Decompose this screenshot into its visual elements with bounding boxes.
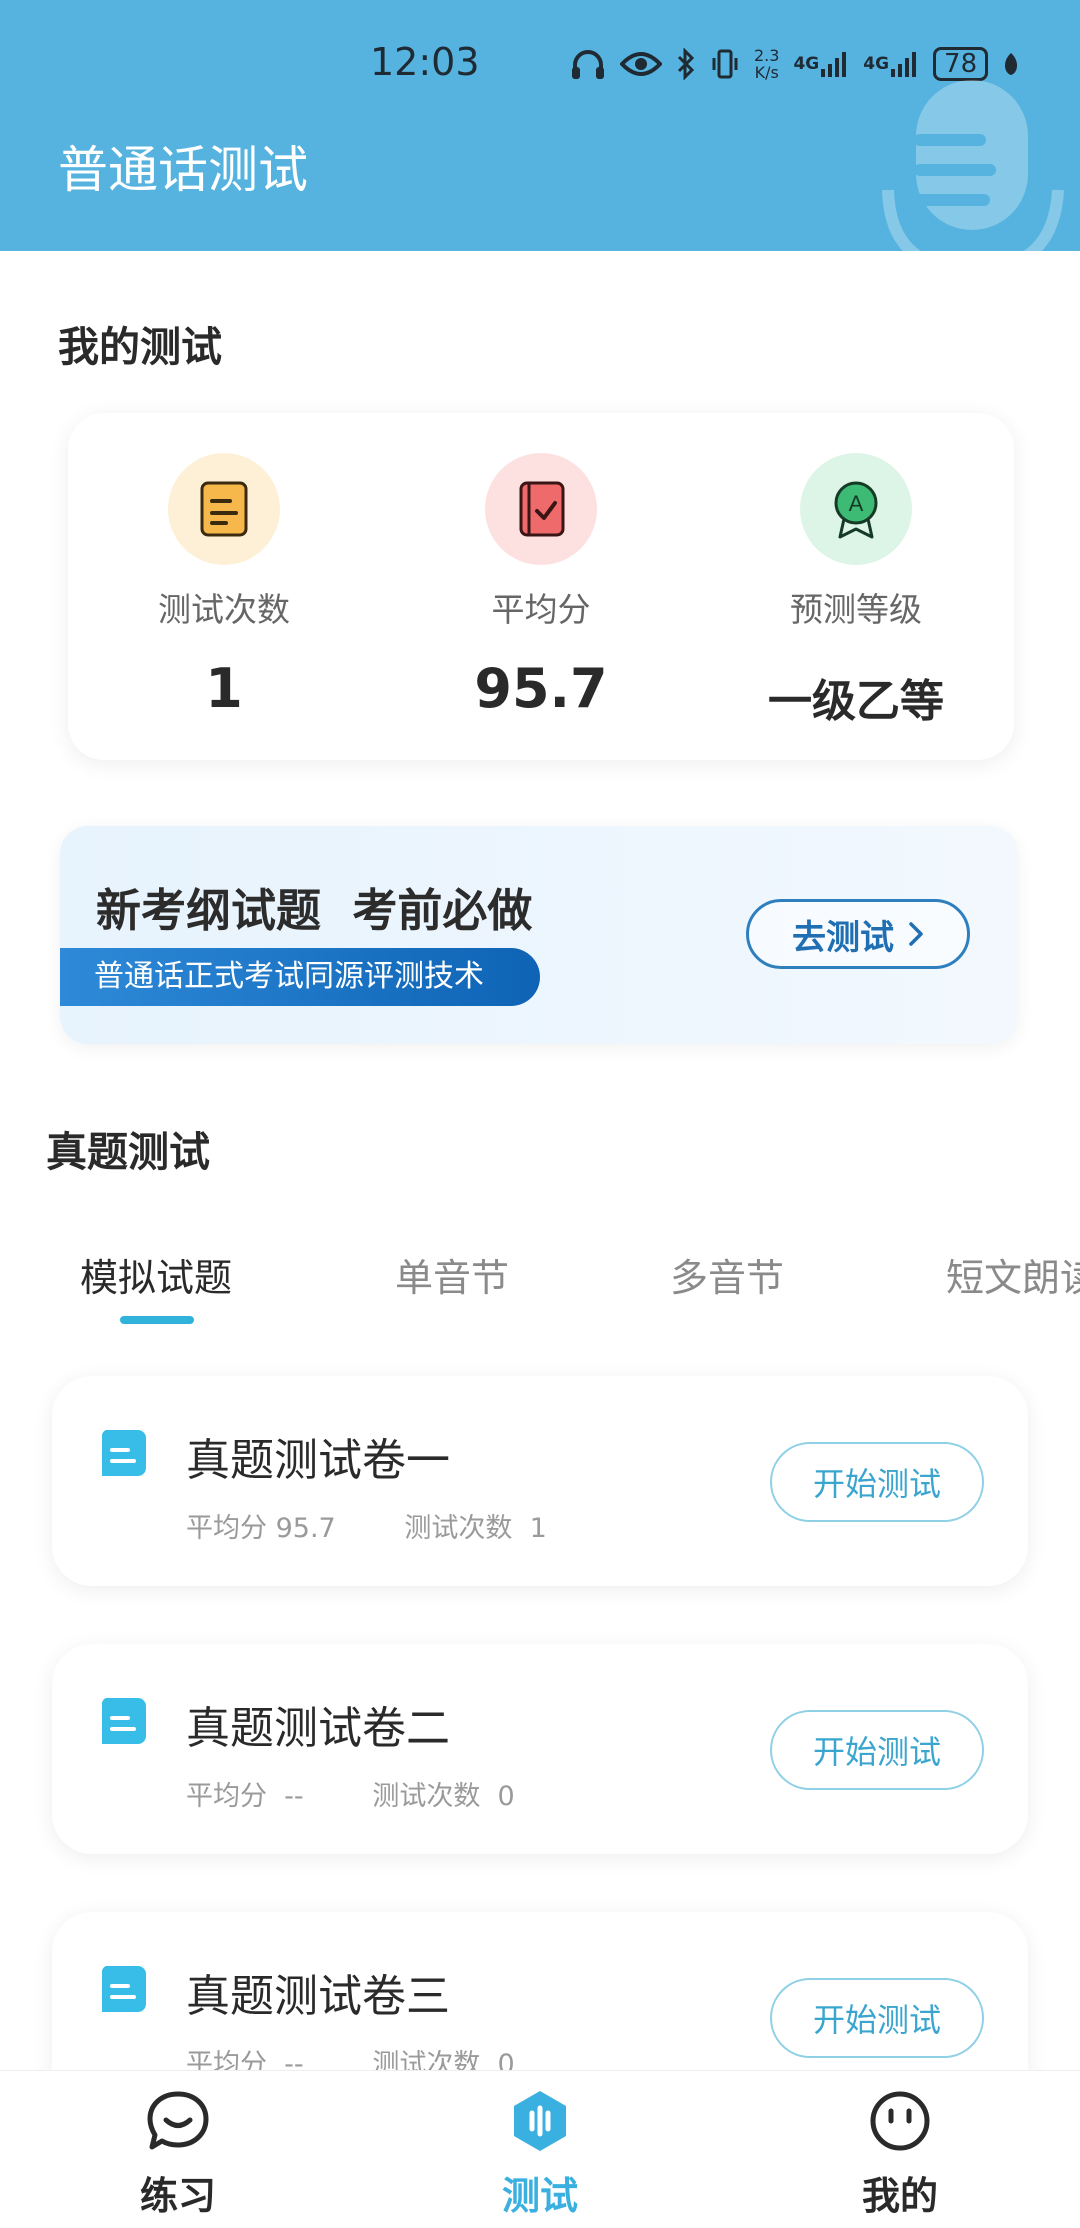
exam-title: 真题测试卷三 (186, 1971, 450, 2022)
nav-label: 测试 (501, 2174, 578, 2218)
signal-icon: 4G (793, 46, 849, 82)
stat-average-score: 平均分 95.7 (411, 453, 671, 720)
nav-item-practice[interactable]: 练习 (88, 2089, 268, 2220)
award-badge-icon: A (800, 453, 912, 565)
page-title: 普通话测试 (58, 141, 308, 199)
eye-icon (620, 46, 662, 82)
stat-value: 一级乙等 (768, 676, 944, 727)
stats-card: 测试次数 1 平均分 95.7 A 预测等级 一级乙等 (68, 413, 1014, 760)
headphones-icon (570, 46, 606, 82)
chevron-right-icon (909, 922, 923, 946)
app-header: 12:03 2.3 K/s 4G 4G 78 普通话测试 (0, 0, 1080, 251)
note-icon (168, 453, 280, 565)
nav-label: 我的 (861, 2174, 938, 2218)
bottom-nav: 练习 测试 我的 (0, 2070, 1080, 2228)
nav-item-mine[interactable]: 我的 (810, 2089, 990, 2220)
stat-predicted-level: A 预测等级 一级乙等 (726, 453, 986, 729)
bluetooth-icon (676, 46, 696, 82)
banner-title: 新考纲试题 考前必做 (96, 884, 533, 937)
document-icon (101, 1430, 146, 1476)
banner-subtitle: 普通话正式考试同源评测技术 (60, 948, 540, 1006)
exam-meta: 平均分 95.7 测试次数 1 (186, 1513, 547, 1544)
start-test-button[interactable]: 开始测试 (770, 1710, 984, 1790)
exam-title: 真题测试卷一 (186, 1435, 450, 1486)
stat-value: 95.7 (474, 657, 608, 720)
start-test-button[interactable]: 开始测试 (770, 1978, 984, 2058)
network-speed: 2.3 K/s (754, 46, 780, 82)
document-icon (101, 1698, 146, 1744)
microphone-icon (882, 80, 1064, 251)
tab-multi-syllable[interactable]: 多音节 (670, 1247, 784, 1302)
go-test-label: 去测试 (792, 917, 894, 958)
exam-card[interactable]: 真题测试卷一 平均分 95.7 测试次数 1 开始测试 (52, 1376, 1028, 1586)
go-test-button[interactable]: 去测试 (746, 899, 970, 969)
stat-label: 平均分 (491, 590, 591, 629)
face-icon (870, 2091, 930, 2151)
voice-test-icon (514, 2091, 566, 2151)
exam-meta: 平均分 -- 测试次数 0 (186, 1781, 515, 1812)
svg-text:A: A (849, 491, 864, 516)
status-time: 12:03 (370, 40, 480, 84)
exam-title: 真题测试卷二 (186, 1703, 450, 1754)
tab-passage-reading[interactable]: 短文朗读 (946, 1247, 1080, 1302)
vibrate-icon (710, 46, 740, 82)
stat-value: 1 (205, 657, 243, 720)
stat-label: 预测等级 (790, 590, 922, 629)
chat-bubble-icon (147, 2091, 209, 2150)
exam-card[interactable]: 真题测试卷二 平均分 -- 测试次数 0 开始测试 (52, 1644, 1028, 1854)
nav-item-test[interactable]: 测试 (450, 2089, 630, 2220)
tab-single-syllable[interactable]: 单音节 (395, 1247, 509, 1302)
stat-test-count: 测试次数 1 (94, 453, 354, 720)
tab-mock-exam[interactable]: 模拟试题 (80, 1247, 232, 1302)
promo-banner[interactable]: 新考纲试题 考前必做 普通话正式考试同源评测技术 去测试 (60, 826, 1018, 1044)
document-icon (101, 1966, 146, 2012)
stat-label: 测试次数 (158, 590, 290, 629)
tab-indicator (120, 1316, 194, 1324)
start-test-button[interactable]: 开始测试 (770, 1442, 984, 1522)
section-title-real-tests: 真题测试 (46, 1128, 210, 1176)
book-check-icon (485, 453, 597, 565)
section-title-my-tests: 我的测试 (58, 323, 222, 371)
nav-label: 练习 (139, 2174, 216, 2218)
